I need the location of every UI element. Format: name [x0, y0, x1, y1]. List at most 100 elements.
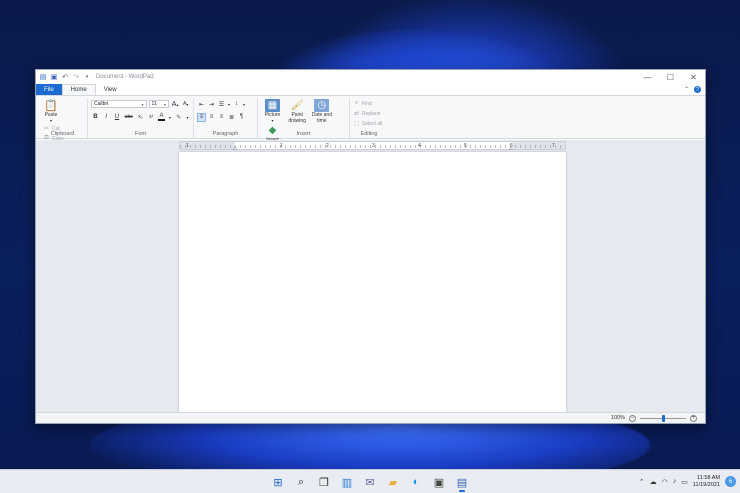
strikethrough-button[interactable]: abc: [123, 113, 134, 122]
text-color-dropdown-icon[interactable]: ▾: [167, 113, 172, 122]
replace-button[interactable]: ⇄ Replace: [353, 109, 382, 118]
battery-icon[interactable]: ▭: [681, 478, 688, 486]
text-color-button[interactable]: A: [157, 113, 166, 121]
italic-button[interactable]: I: [102, 113, 111, 122]
decrease-indent-icon[interactable]: ⇤: [197, 100, 206, 109]
select-all-label: Select all: [362, 120, 383, 127]
teams-chat-icon[interactable]: ✉: [360, 472, 380, 492]
clock[interactable]: 11:58 AM 11/19/2021: [693, 475, 720, 489]
notifications-badge[interactable]: 6: [725, 476, 736, 487]
highlight-dropdown-icon[interactable]: ▾: [185, 113, 190, 122]
widgets-icon[interactable]: ▥: [337, 472, 357, 492]
align-left-icon[interactable]: ≡: [197, 112, 206, 122]
font-size-select[interactable]: 11 ▾: [148, 100, 169, 108]
justify-icon[interactable]: ≣: [227, 113, 236, 122]
customize-quick-access-icon[interactable]: ▾: [83, 73, 91, 81]
replace-label: Replace: [362, 110, 381, 117]
store-icon[interactable]: ▣: [429, 472, 449, 492]
system-tray: ⌃ ☁ ◠ ♪ ▭ 11:58 AM 11/19/2021 6: [639, 470, 736, 493]
zoom-out-button[interactable]: −: [629, 414, 636, 422]
group-editing: ⌕ Find ⇄ Replace ⬚ Select all Editing: [350, 98, 388, 138]
collapse-ribbon-icon[interactable]: ⌃: [684, 86, 689, 93]
line-spacing-icon[interactable]: ↕: [232, 100, 241, 109]
wordpad-window: ▤ ▣ ↶ ↷ ▾ Document - WordPad — ☐ ✕ File …: [35, 69, 706, 424]
underline-button[interactable]: U: [113, 113, 122, 122]
line-spacing-dropdown-icon[interactable]: ▾: [242, 100, 246, 109]
select-all-icon: ⬚: [353, 121, 360, 127]
paragraph-settings-icon[interactable]: ¶: [237, 113, 246, 122]
calendar-clock-icon: ◷: [314, 99, 330, 112]
align-center-icon[interactable]: ≡: [207, 113, 216, 122]
redo-icon[interactable]: ↷: [72, 73, 80, 81]
picture-icon: ▦: [265, 99, 280, 112]
bold-button[interactable]: B: [91, 113, 100, 122]
align-right-icon[interactable]: ≡: [217, 113, 226, 122]
group-label-font: Font: [134, 131, 146, 137]
tab-file[interactable]: File: [36, 84, 62, 95]
bullets-icon[interactable]: ☰: [217, 100, 226, 109]
font-family-dropdown-icon: ▾: [141, 101, 144, 107]
paint-drawing-button[interactable]: 🖌 Paint drawing: [286, 99, 309, 124]
font-family-select[interactable]: Calibri ▾: [91, 100, 147, 108]
ruler-number: 4: [418, 143, 421, 149]
bullets-dropdown-icon[interactable]: ▾: [227, 100, 231, 109]
paint-drawing-label: Paint drawing: [288, 112, 306, 124]
clock-time: 11:58 AM: [697, 474, 720, 481]
zoom-slider-thumb[interactable]: [661, 414, 665, 422]
subscript-button[interactable]: x₂: [136, 113, 145, 122]
paragraph-row-2: ≡ ≡ ≡ ≣ ¶: [197, 112, 254, 122]
shrink-font-button[interactable]: A ▾: [181, 100, 190, 109]
search-icon[interactable]: ⌕: [291, 472, 311, 492]
close-button[interactable]: ✕: [682, 70, 705, 84]
group-font: Calibri ▾ 11 ▾ A ▴ A ▾ B I U abc x₂ x² A ▾: [88, 98, 194, 138]
group-insert: ▦ Picture ▾ 🖌 Paint drawing ◷ Date and t…: [258, 98, 350, 149]
ruler-number: 1: [280, 143, 283, 149]
ruler-number: 5: [464, 143, 467, 149]
tab-home[interactable]: Home: [61, 84, 96, 95]
ruler-number: 1: [186, 143, 189, 149]
wifi-icon[interactable]: ◠: [662, 478, 668, 486]
grow-font-button[interactable]: A ▴: [171, 100, 180, 109]
cloud-icon[interactable]: ☁: [650, 478, 657, 486]
increase-indent-icon[interactable]: ⇥: [207, 100, 216, 109]
start-icon[interactable]: ⊞: [268, 472, 288, 492]
ruler-number: 3: [372, 143, 375, 149]
superscript-button[interactable]: x²: [147, 113, 156, 122]
title-bar: ▤ ▣ ↶ ↷ ▾ Document - WordPad — ☐ ✕: [36, 70, 705, 84]
ruler[interactable]: 1 1 2 3 4 5 6 7 ⌂ ⌂: [179, 141, 566, 152]
status-bar: 100% − +: [36, 412, 705, 423]
zoom-slider[interactable]: [640, 414, 686, 422]
maximize-button[interactable]: ☐: [659, 70, 682, 84]
group-label-editing: Editing: [360, 131, 378, 137]
paint-drawing-icon: 🖌: [290, 100, 304, 111]
undo-icon[interactable]: ↶: [61, 73, 69, 81]
binoculars-icon: ⌕: [354, 100, 359, 106]
ruler-number: 7: [552, 143, 555, 149]
help-icon[interactable]: ?: [694, 86, 701, 93]
find-label: Find: [362, 100, 372, 107]
group-label-insert: Insert: [296, 131, 311, 137]
wordpad-taskbar-icon[interactable]: ▤: [452, 472, 472, 492]
paste-button[interactable]: 📋 Paste ▾: [41, 99, 61, 124]
date-time-label: Date and time: [311, 112, 332, 124]
task-view-icon[interactable]: ❐: [314, 472, 334, 492]
show-hidden-icons-icon[interactable]: ⌃: [639, 478, 645, 486]
minimize-button[interactable]: —: [636, 70, 659, 84]
zoom-in-button[interactable]: +: [690, 414, 697, 422]
font-row-2: B I U abc x₂ x² A ▾ ✎ ▾: [91, 112, 190, 122]
picture-button[interactable]: ▦ Picture ▾: [261, 99, 284, 124]
select-all-button[interactable]: ⬚ Select all: [353, 119, 383, 128]
document-page[interactable]: [179, 152, 566, 412]
edge-icon[interactable]: ◐: [406, 472, 426, 492]
group-label-paragraph: Paragraph: [212, 131, 239, 137]
date-time-button[interactable]: ◷ Date and time: [310, 99, 333, 124]
file-explorer-icon[interactable]: ▰: [383, 472, 403, 492]
font-size-value: 11: [151, 101, 157, 107]
volume-icon[interactable]: ♪: [673, 478, 677, 485]
font-family-value: Calibri: [94, 101, 109, 107]
find-button[interactable]: ⌕ Find: [353, 99, 382, 108]
tab-view[interactable]: View: [96, 84, 125, 95]
document-area: 1 1 2 3 4 5 6 7 ⌂ ⌂: [36, 140, 705, 412]
save-icon[interactable]: ▣: [50, 73, 58, 81]
highlight-icon[interactable]: ✎: [174, 113, 183, 122]
